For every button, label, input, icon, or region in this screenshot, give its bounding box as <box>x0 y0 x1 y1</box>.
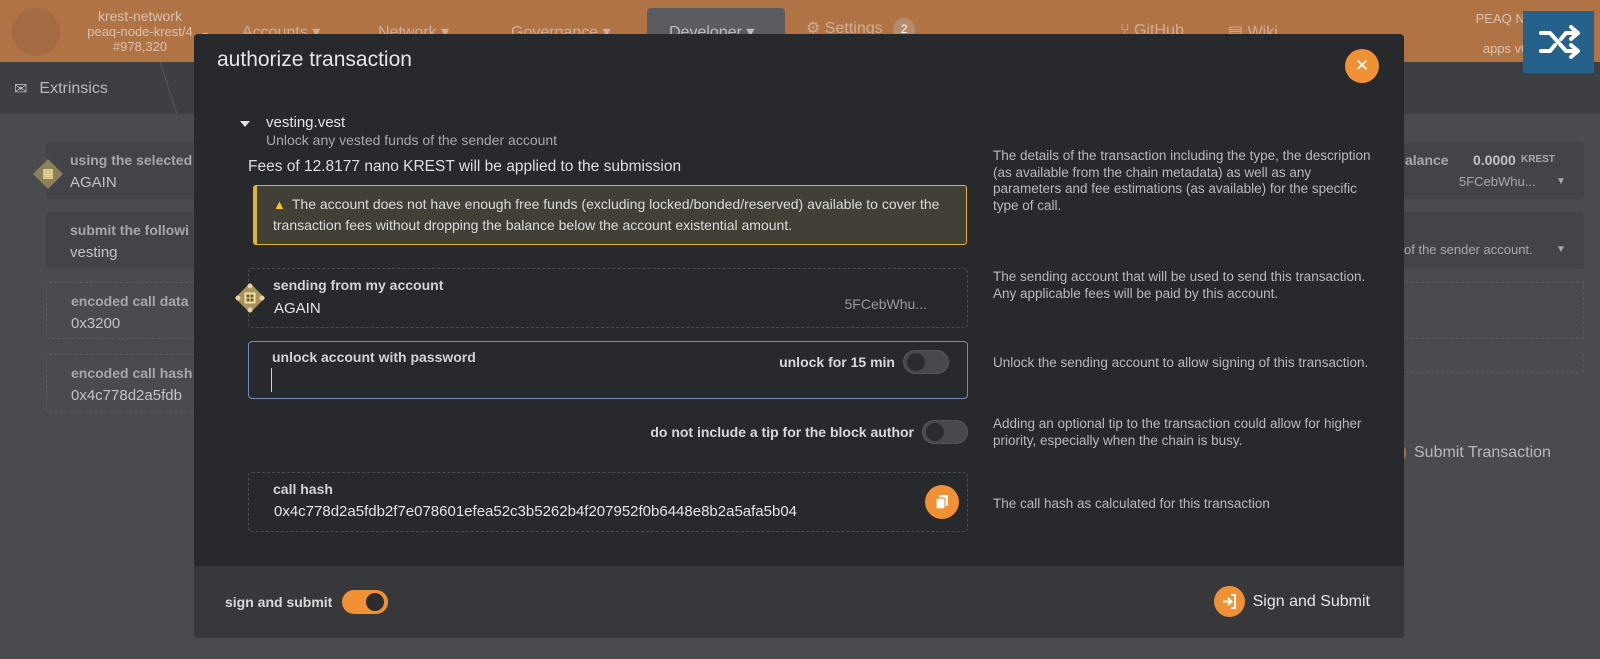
modal-title: authorize transaction <box>217 48 412 71</box>
chain-logo-icon[interactable] <box>12 8 60 56</box>
chevron-down-icon: ▼ <box>1556 244 1566 255</box>
unlock-label: unlock for 15 min <box>779 354 895 370</box>
block-number: #978,320 <box>112 39 168 54</box>
sign-and-submit-label: Sign and Submit <box>1252 592 1370 610</box>
sign-and-submit-button[interactable]: Sign and Submit <box>1213 586 1370 617</box>
bg-identicon-icon <box>33 159 63 189</box>
sending-label: sending from my account <box>273 277 444 293</box>
toggle-knob <box>926 423 944 441</box>
bg-submit-transaction-button: Submit Transaction <box>1380 440 1551 466</box>
account-identicon-icon <box>235 283 265 313</box>
unlock-toggle[interactable] <box>903 350 949 374</box>
tip-toggle-row: do not include a tip for the block autho… <box>650 420 968 444</box>
tip-toggle[interactable] <box>922 420 968 444</box>
help-hash: The call hash as calculated for this tra… <box>993 496 1270 511</box>
shuffle-icon[interactable] <box>1523 11 1594 73</box>
call-hash-field: call hash 0x4c778d2a5fdb2f7e078601efea52… <box>248 472 968 532</box>
help-unlock: Unlock the sending account to allow sign… <box>993 355 1369 370</box>
password-input[interactable] <box>271 368 771 392</box>
warning-icon: ▲ <box>273 197 286 212</box>
sending-account-field[interactable]: sending from my account AGAIN 5FCebWhu..… <box>248 268 968 328</box>
sign-in-icon <box>1213 586 1245 617</box>
sign-label: sign and submit <box>225 594 333 610</box>
insufficient-funds-warning: ▲ The account does not have enough free f… <box>253 185 967 245</box>
unlock-duration-toggle-row: unlock for 15 min <box>779 350 949 374</box>
modal-footer: sign and submit Sign and Submit <box>194 566 1404 638</box>
sending-address: 5FCebWhu... <box>844 296 927 312</box>
call-details-toggle[interactable]: vesting.vest Unlock any vested funds of … <box>240 114 558 148</box>
toggle-knob <box>366 593 385 611</box>
node-name: peaq-node-krest/4 <box>87 24 193 39</box>
fees-text: Fees of 12.8177 nano KREST will be appli… <box>248 158 682 175</box>
password-label: unlock account with password <box>272 349 476 365</box>
help-details: The details of the transaction including… <box>993 148 1371 213</box>
tip-label: do not include a tip for the block autho… <box>650 424 914 440</box>
toggle-knob <box>907 353 925 371</box>
copy-button[interactable] <box>925 485 959 519</box>
bg-encoded-call-data: encoded call data 0x3200 <box>46 282 206 339</box>
call-hash-label: call hash <box>273 481 333 497</box>
bg-call-selector: submit the followi vesting <box>46 212 206 269</box>
sending-account-name: AGAIN <box>274 300 321 317</box>
call-name: vesting.vest <box>266 114 346 131</box>
bg-balance: alance 0.0000 KREST 5FCebWhu... ▼ <box>1376 142 1584 199</box>
help-tip: Adding an optional tip to the transactio… <box>993 416 1362 448</box>
close-icon: ✕ <box>1354 56 1370 75</box>
chevron-down-icon: ▼ <box>1556 176 1566 187</box>
sign-and-submit-toggle[interactable] <box>342 590 389 614</box>
bg-account-selector: using the selected AGAIN <box>46 142 206 199</box>
tab-divider <box>146 62 178 114</box>
chain-selector[interactable]: krest-network peaq-node-krest/4 #978,320… <box>70 8 210 55</box>
bg-encoded-call-hash: encoded call hash 0x4c778d2a5fdb <box>46 354 206 413</box>
caret-down-icon <box>240 121 250 127</box>
password-field: unlock account with password unlock for … <box>248 341 968 399</box>
close-button[interactable]: ✕ <box>1345 49 1379 83</box>
tab-extrinsics[interactable]: ✉ Extrinsics <box>14 79 108 99</box>
sign-and-submit-toggle-row: sign and submit <box>225 590 389 614</box>
bg-encoded-right <box>1376 282 1584 339</box>
extrinsics-icon: ✉ <box>14 81 28 98</box>
help-sending: The sending account that will be used to… <box>993 269 1366 301</box>
bg-call-description: of the sender account. ▼ <box>1376 212 1584 269</box>
bg-hash-right <box>1376 354 1584 373</box>
chain-name: krest-network <box>97 8 183 24</box>
call-hash-value: 0x4c778d2a5fdb2f7e078601efea52c3b5262b4f… <box>274 503 798 520</box>
copy-icon <box>935 495 948 510</box>
authorize-transaction-modal: authorize transaction ✕ vesting.vest Unl… <box>194 34 1404 638</box>
call-description: Unlock any vested funds of the sender ac… <box>266 132 558 148</box>
